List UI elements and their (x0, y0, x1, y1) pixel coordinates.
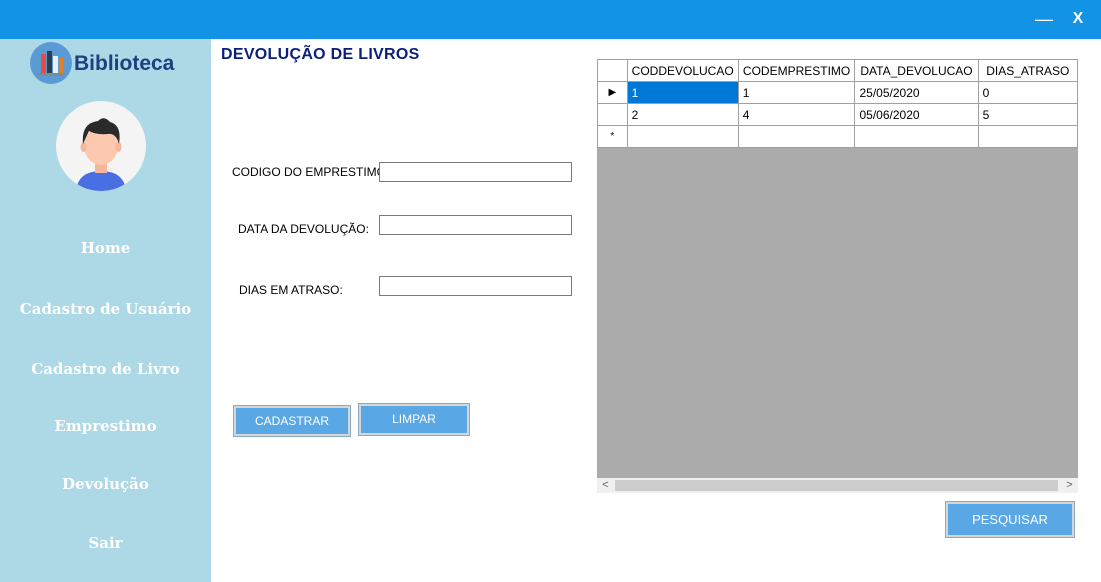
codigo-emprestimo-input[interactable] (379, 162, 572, 182)
table-cell[interactable]: 2 (626, 103, 739, 126)
sidebar-item-home[interactable]: Home (0, 239, 211, 257)
brand-title: Biblioteca (74, 52, 175, 75)
table-cell[interactable]: 0 (977, 81, 1078, 104)
grid-header-row: CODDEVOLUCAO CODEMPRESTIMO DATA_DEVOLUCA… (597, 59, 1078, 82)
page-title: DEVOLUÇÃO DE LIVROS (221, 46, 420, 63)
column-header-coddevolucao[interactable]: CODDEVOLUCAO (626, 59, 739, 82)
books-logo-icon (30, 42, 72, 84)
table-row[interactable]: ▶ 1 1 25/05/2020 0 (597, 81, 1078, 104)
grid-corner-header (597, 59, 628, 82)
table-cell[interactable]: 4 (737, 103, 856, 126)
column-header-dias-atraso[interactable]: DIAS_ATRASO (977, 59, 1078, 82)
horizontal-scrollbar[interactable]: < > (597, 478, 1078, 493)
sidebar-item-cadastro-livro[interactable]: Cadastro de Livro (0, 360, 211, 378)
table-cell[interactable] (626, 125, 739, 148)
cadastrar-button[interactable]: CADASTRAR (233, 405, 351, 437)
table-cell[interactable] (737, 125, 856, 148)
minimize-button[interactable]: — (1034, 8, 1054, 30)
scrollbar-thumb[interactable] (615, 480, 1058, 491)
table-cell[interactable] (977, 125, 1078, 148)
table-row-new[interactable]: * (597, 125, 1078, 148)
new-row-marker-icon[interactable]: * (597, 125, 628, 148)
sidebar-item-sair[interactable]: Sair (0, 534, 211, 552)
dias-atraso-label: DIAS EM ATRASO: (239, 283, 343, 297)
dias-atraso-input[interactable] (379, 276, 572, 296)
devolucoes-grid[interactable]: CODDEVOLUCAO CODEMPRESTIMO DATA_DEVOLUCA… (597, 59, 1078, 493)
grid-table: CODDEVOLUCAO CODEMPRESTIMO DATA_DEVOLUCA… (597, 59, 1078, 148)
user-avatar-icon (56, 101, 146, 191)
row-header[interactable] (597, 103, 628, 126)
sidebar-item-emprestimo[interactable]: Emprestimo (0, 417, 211, 435)
table-cell[interactable]: 1 (626, 81, 739, 104)
scroll-right-icon[interactable]: > (1061, 478, 1078, 493)
column-header-data-devolucao[interactable]: DATA_DEVOLUCAO (854, 59, 979, 82)
pesquisar-button[interactable]: PESQUISAR (945, 501, 1075, 538)
data-devolucao-input[interactable] (379, 215, 572, 235)
table-cell[interactable]: 25/05/2020 (854, 81, 979, 104)
table-row[interactable]: 2 4 05/06/2020 5 (597, 103, 1078, 126)
title-bar: — X (0, 0, 1101, 39)
column-header-codemprestimo[interactable]: CODEMPRESTIMO (737, 59, 856, 82)
table-cell[interactable]: 05/06/2020 (854, 103, 979, 126)
limpar-button[interactable]: LIMPAR (358, 403, 470, 436)
data-devolucao-label: DATA DA DEVOLUÇÃO: (238, 222, 369, 236)
scroll-left-icon[interactable]: < (597, 478, 614, 493)
sidebar-item-cadastro-usuario[interactable]: Cadastro de Usuário (0, 300, 211, 318)
table-cell[interactable]: 1 (737, 81, 856, 104)
sidebar: Biblioteca Home Cadastro de Usuário Cada… (0, 39, 211, 582)
close-button[interactable]: X (1068, 8, 1088, 30)
codigo-emprestimo-label: CODIGO DO EMPRESTIMO: (232, 165, 390, 179)
sidebar-item-devolucao[interactable]: Devolução (0, 475, 211, 493)
row-selected-marker-icon[interactable]: ▶ (597, 81, 628, 104)
table-cell[interactable]: 5 (977, 103, 1078, 126)
table-cell[interactable] (854, 125, 979, 148)
grid-viewport: CODDEVOLUCAO CODEMPRESTIMO DATA_DEVOLUCA… (597, 59, 1078, 478)
